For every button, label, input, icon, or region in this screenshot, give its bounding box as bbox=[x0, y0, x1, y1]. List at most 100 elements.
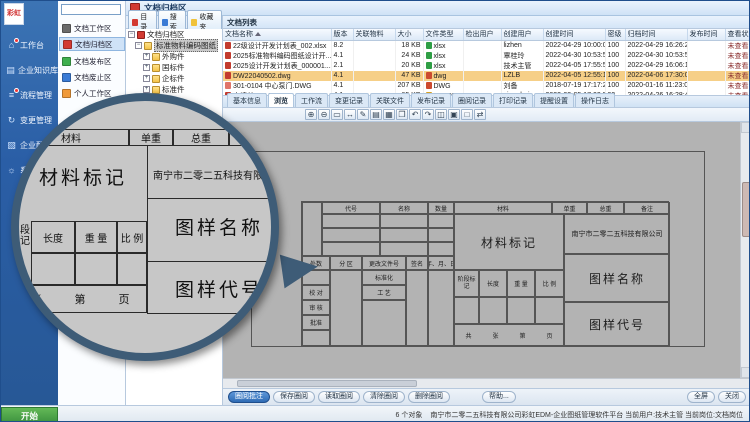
scrollbar-thumb[interactable] bbox=[742, 182, 750, 237]
print-icon[interactable]: ❐ bbox=[396, 109, 408, 120]
zoom-out-icon[interactable]: ⊖ bbox=[318, 109, 330, 120]
cell-ctime: 2022-04-30 10:53:52 bbox=[543, 51, 605, 61]
tree-child-gb[interactable]: 国标件 bbox=[126, 62, 222, 73]
collapse-icon[interactable] bbox=[135, 42, 142, 49]
compare-icon[interactable]: ◫ bbox=[435, 109, 447, 120]
sort-asc-icon bbox=[255, 32, 261, 36]
workspace-item-personal[interactable]: 个人工作区 bbox=[59, 86, 125, 100]
tree-child-std[interactable]: 标准件 bbox=[126, 84, 222, 95]
load-markup-button[interactable]: 读取圈阅 bbox=[318, 391, 360, 403]
tb-rev-sign: 签名 bbox=[406, 256, 428, 270]
col-ptime[interactable]: 发布时间 bbox=[687, 29, 725, 40]
table-row[interactable]: 2025设计开发计划表_000001... 2.1 20 KB xlsx 技术主… bbox=[223, 61, 750, 71]
blank-icon[interactable]: □ bbox=[461, 109, 473, 120]
tb-hdr-total-weight: 总重 bbox=[587, 202, 624, 214]
workspace-item-publish[interactable]: 文档发布区 bbox=[59, 54, 125, 68]
table-row[interactable]: 2025标准物料编码图纸设计开... 4.1 24 KB xlsx 覃桂玲 20… bbox=[223, 51, 750, 61]
sidebar-item-process[interactable]: ≡ 流程管理 bbox=[1, 83, 58, 108]
clear-markup-button[interactable]: 清除圈阅 bbox=[363, 391, 405, 403]
col-ctime[interactable]: 创建时间 bbox=[543, 29, 605, 40]
change-icon: ↻ bbox=[6, 115, 17, 126]
col-status[interactable]: 查看状态 bbox=[725, 29, 750, 40]
select-icon[interactable]: ▣ bbox=[448, 109, 460, 120]
cell-size: 24 KB bbox=[395, 51, 423, 61]
expand-icon[interactable] bbox=[143, 53, 150, 60]
fullscreen-button[interactable]: 全屏 bbox=[687, 391, 715, 403]
undo-icon[interactable]: ↶ bbox=[409, 109, 421, 120]
fit-width-icon[interactable]: ↔ bbox=[344, 109, 356, 120]
zoom-in-icon[interactable]: ⊕ bbox=[305, 109, 317, 120]
start-button[interactable]: 开始 bbox=[1, 407, 58, 422]
col-size[interactable]: 大小 bbox=[395, 29, 423, 40]
expand-icon[interactable] bbox=[143, 75, 150, 82]
help-button[interactable]: 帮助... bbox=[482, 391, 516, 403]
tab-workflow[interactable]: 工作流 bbox=[295, 93, 328, 107]
workspace-item-archive[interactable]: 文档归档区 bbox=[59, 37, 125, 51]
cell-ptime bbox=[687, 40, 725, 51]
expand-icon[interactable] bbox=[143, 86, 150, 93]
table-row[interactable]: 22级设计开发计划表_002.xlsx 8.2 18 KB xlsx lizhe… bbox=[223, 40, 750, 51]
swap-icon[interactable]: ⇄ bbox=[474, 109, 486, 120]
col-version[interactable]: 版本 bbox=[331, 29, 353, 40]
scrollbar-thumb[interactable] bbox=[237, 380, 417, 387]
vertical-scrollbar[interactable] bbox=[740, 122, 750, 378]
tab-reminder-settings[interactable]: 提醒设置 bbox=[534, 93, 574, 107]
col-level[interactable]: 密级 bbox=[605, 29, 625, 40]
workspace-search-input[interactable] bbox=[61, 4, 121, 15]
sidebar-nav: ⌂ 工作台 ▤ 企业知识库 ≡ 流程管理 ↻ 变更管理 ▧ 企业配置 ☼ 系统设… bbox=[1, 33, 58, 183]
collapse-icon[interactable] bbox=[128, 31, 135, 38]
grid-icon[interactable]: ▦ bbox=[383, 109, 395, 120]
process-icon: ≡ bbox=[6, 90, 17, 101]
detail-tabs: 基本信息 浏览 工作流 变更记录 关联文件 发布记录 圈阅记录 打印记录 提醒设… bbox=[223, 95, 750, 108]
sidebar-item-settings[interactable]: ☼ 系统设置 bbox=[1, 158, 58, 183]
annotate-icon[interactable]: ✎ bbox=[357, 109, 369, 120]
tab-markup-log[interactable]: 圈阅记录 bbox=[452, 93, 492, 107]
tb-material-mark: 材料标记 bbox=[454, 214, 564, 270]
tab-publish-log[interactable]: 发布记录 bbox=[411, 93, 451, 107]
sidebar-item-label: 工作台 bbox=[20, 40, 44, 51]
sidebar-item-config[interactable]: ▧ 企业配置 bbox=[1, 133, 58, 158]
markup-annotate-button[interactable]: 圈阅批注 bbox=[228, 391, 270, 403]
workspace-item-obsolete[interactable]: 文档废止区 bbox=[59, 70, 125, 84]
tab-print-log[interactable]: 打印记录 bbox=[493, 93, 533, 107]
tab-related-files[interactable]: 关联文件 bbox=[370, 93, 410, 107]
tree-child-purchased[interactable]: 外购件 bbox=[126, 51, 222, 62]
sidebar-item-change[interactable]: ↻ 变更管理 bbox=[1, 108, 58, 133]
workspace-item-working[interactable]: 文档工作区 bbox=[59, 21, 125, 35]
zoom-window-icon[interactable]: ▭ bbox=[331, 109, 343, 120]
tab-preview[interactable]: 浏览 bbox=[268, 93, 294, 107]
scroll-up-icon[interactable] bbox=[741, 122, 750, 133]
cell-ptime bbox=[687, 51, 725, 61]
col-type[interactable]: 文件类型 bbox=[423, 29, 463, 40]
expand-icon[interactable] bbox=[143, 64, 150, 71]
tb-drawing-code: 图样代号 bbox=[564, 302, 670, 347]
table-row[interactable]: 301-0104 中心泵门.DWG 4.1 207 KB DWG 刘备 2018… bbox=[223, 81, 750, 91]
sidebar-item-knowledge[interactable]: ▤ 企业知识库 bbox=[1, 58, 58, 83]
tb-cell-empty bbox=[406, 270, 428, 347]
col-material[interactable]: 关联物料 bbox=[353, 29, 395, 40]
tab-operation-log[interactable]: 操作日志 bbox=[575, 93, 615, 107]
tree-child-qb[interactable]: 企标件 bbox=[126, 73, 222, 84]
scroll-down-icon[interactable] bbox=[741, 367, 750, 378]
redo-icon[interactable]: ↷ bbox=[422, 109, 434, 120]
cell-creator: 覃桂玲 bbox=[501, 51, 543, 61]
save-markup-button[interactable]: 保存圈阅 bbox=[273, 391, 315, 403]
table-row-selected[interactable]: DW22040502.dwg 4.1 47 KB dwg LZLB 2022-0… bbox=[223, 71, 750, 81]
col-name[interactable]: 文档名称 bbox=[223, 29, 331, 40]
tab-change-log[interactable]: 变更记录 bbox=[329, 93, 369, 107]
delete-markup-button[interactable]: 删除圈阅 bbox=[408, 391, 450, 403]
tb-cell-empty bbox=[507, 297, 535, 324]
file-list-title: 文档列表 bbox=[227, 17, 257, 28]
horizontal-scrollbar[interactable] bbox=[223, 378, 750, 388]
drawing-canvas[interactable]: 代号 名称 数量 处数 分 区 更改文件号 签名 年、月、日 校 对 审 核 批… bbox=[223, 122, 750, 378]
col-creator[interactable]: 创建用户 bbox=[501, 29, 543, 40]
sidebar-item-workbench[interactable]: ⌂ 工作台 bbox=[1, 33, 58, 58]
cell-level: 100 bbox=[605, 40, 625, 51]
close-button[interactable]: 关闭 bbox=[718, 391, 746, 403]
col-atime[interactable]: 归档时间 bbox=[625, 29, 687, 40]
tree-folder-selected[interactable]: 标准物料编码图纸 bbox=[126, 40, 222, 51]
layers-icon[interactable]: ▤ bbox=[370, 109, 382, 120]
tab-basic-info[interactable]: 基本信息 bbox=[227, 93, 267, 107]
col-checkout[interactable]: 检出用户 bbox=[463, 29, 501, 40]
cell-size: 20 KB bbox=[395, 61, 423, 71]
